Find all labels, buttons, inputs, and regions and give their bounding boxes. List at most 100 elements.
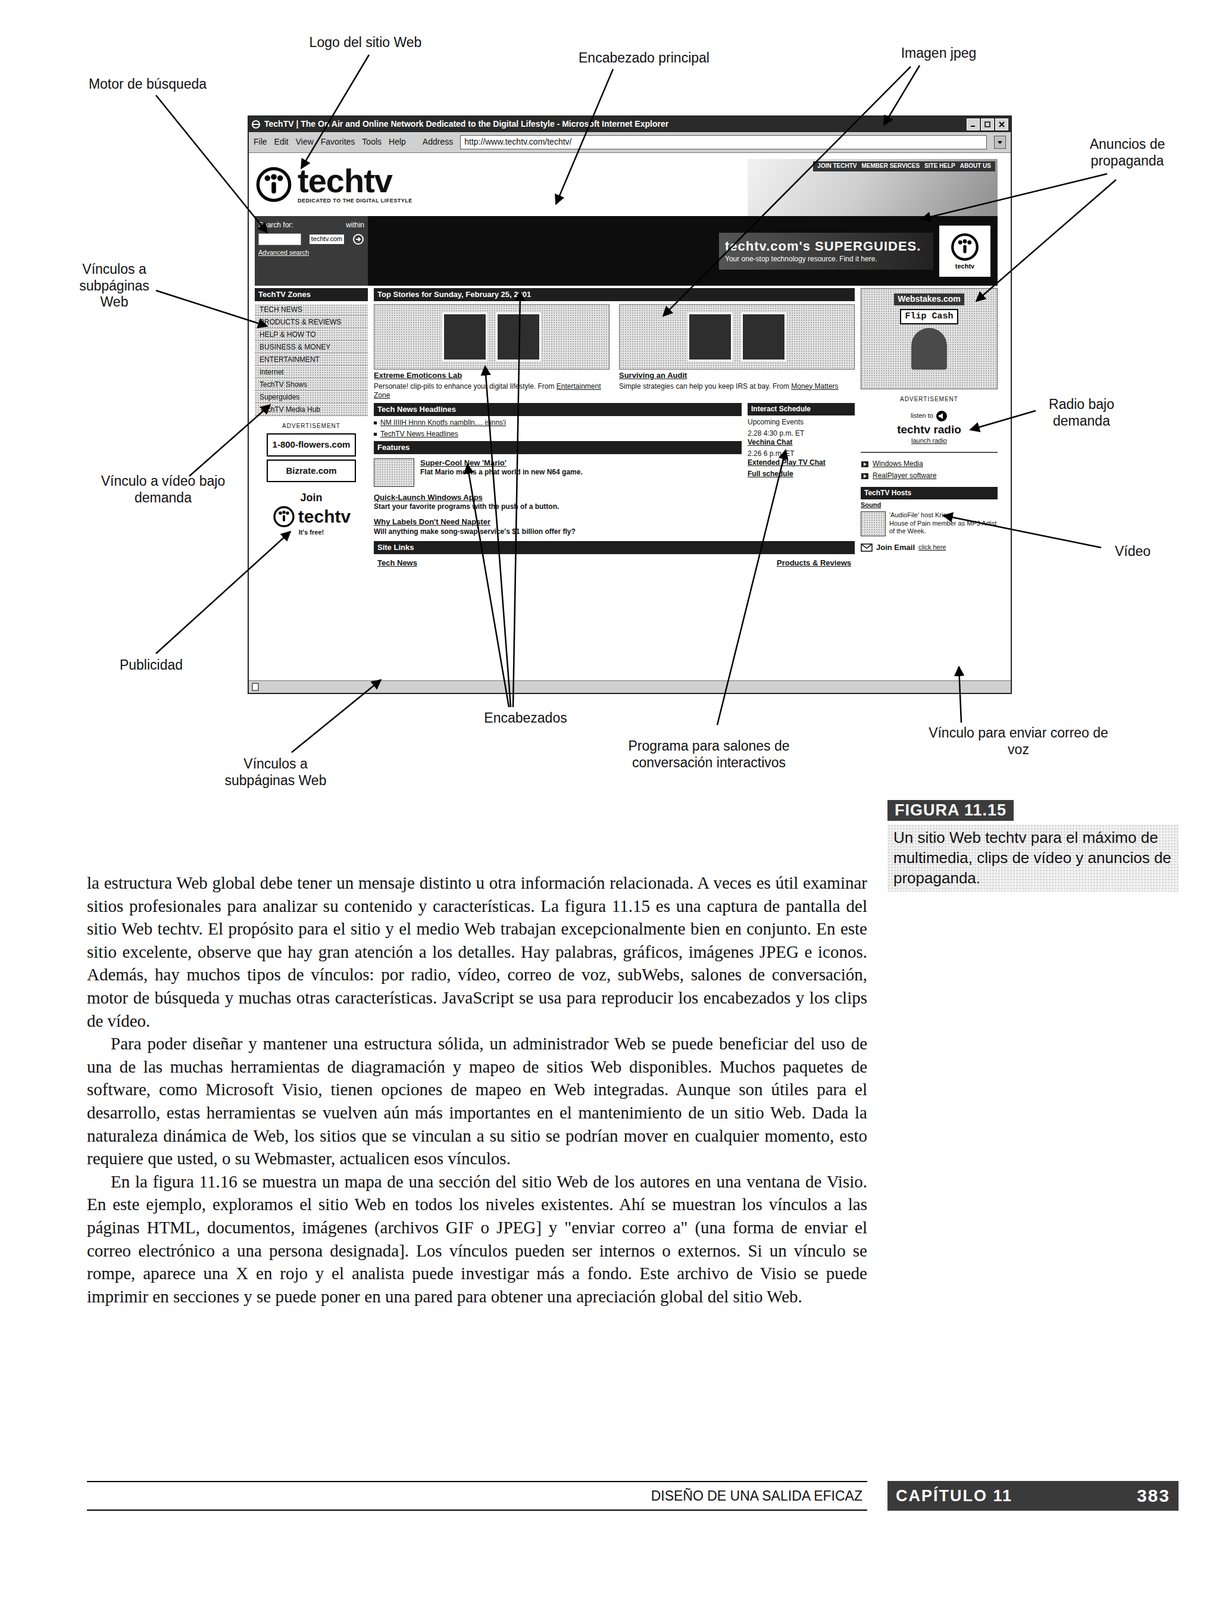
host-text: 'AudioFile' host KrisHouse of Pain membe… — [889, 511, 998, 537]
feature-body: Why Labels Don't Need NapsterWill anythi… — [373, 517, 576, 536]
story-headline[interactable]: Surviving an Audit — [619, 370, 855, 381]
top-link[interactable]: SITE HELP — [922, 162, 958, 171]
right-advertisement[interactable]: Webstakes.comFlip Cash — [860, 288, 998, 390]
voice-mail-link[interactable]: Join Emailclick here — [860, 542, 998, 553]
feature-headline[interactable]: Super-Cool New 'Mario' — [420, 458, 583, 468]
zone-link[interactable]: TechTV Shows — [254, 379, 368, 392]
video-link[interactable]: RealPlayer software — [860, 471, 998, 481]
status-bar — [248, 680, 1011, 693]
callout-label: Motor de búsqueda — [58, 76, 237, 93]
ad-banner[interactable]: Bizrate.com — [266, 459, 356, 483]
menu-item[interactable]: Tools — [361, 136, 382, 148]
go-arrow-icon[interactable] — [352, 233, 365, 246]
logo-tagline: DEDICATED TO THE DIGITAL LIFESTYLE — [297, 197, 413, 205]
callout-label: Publicidad — [91, 657, 211, 674]
callout-label: Imagen jpeg — [867, 45, 1011, 62]
ad-figure — [911, 327, 947, 370]
browser-window: TechTV | The On Air and Online Network D… — [247, 115, 1012, 695]
superguides-banner[interactable]: techtv.com's SUPERGUIDES.Your one-stop t… — [719, 232, 934, 270]
host-item: 'AudioFile' host KrisHouse of Pain membe… — [860, 511, 998, 537]
minimize-button[interactable] — [966, 118, 980, 131]
host-photo — [860, 511, 886, 537]
top-link[interactable]: ABOUT US — [958, 162, 993, 171]
event-time: 2.28 4:30 p.m. ET — [747, 429, 855, 439]
hosts-header: TechTV Hosts — [860, 486, 998, 500]
zone-link[interactable]: TechTV Media Hub — [254, 404, 368, 417]
figure-number: FIGURA 11.15 — [887, 799, 1014, 821]
zone-link[interactable]: Superguides — [254, 391, 368, 404]
story-source-link[interactable]: Entertainment Zone — [373, 382, 602, 400]
figure-canvas: Logo del sitio WebEncabezado principalIm… — [0, 0, 1219, 798]
close-button[interactable] — [995, 118, 1009, 131]
feature-thumbnail[interactable] — [373, 458, 415, 487]
story-source-link[interactable]: Money Matters — [791, 382, 839, 391]
headline-item[interactable]: TechTV News Headlines — [373, 429, 742, 439]
top-links: JOIN TECHTVMEMBER SERVICESSITE HELPABOUT… — [813, 161, 996, 172]
search-label: Search for: — [258, 220, 294, 230]
ad-button[interactable]: Flip Cash — [899, 308, 958, 325]
zone-link[interactable]: PRODUCTS & REVIEWS — [254, 316, 368, 329]
launch-radio-link[interactable]: launch radio — [911, 436, 947, 446]
zone-link[interactable]: ENTERTAINMENT — [254, 354, 368, 367]
top-link[interactable]: JOIN TECHTV — [815, 162, 859, 171]
callout-label: Vínculos a subpáginas Web — [66, 261, 162, 311]
join-promo[interactable]: JointechtvIt's free! — [254, 491, 368, 537]
banner-badge[interactable]: techtv — [939, 225, 991, 277]
callout-arrow — [555, 69, 614, 205]
callout-label: Encabezados — [460, 710, 592, 727]
search-scope-select[interactable]: techtv.com — [309, 234, 345, 245]
headline-item[interactable]: NM IIIIH Hnnn Knotfs namblln.... jsinns'… — [373, 418, 742, 428]
within-label: within — [345, 220, 365, 230]
zone-link[interactable]: Internet — [254, 366, 368, 379]
callout-arrow — [155, 290, 268, 327]
site-logo[interactable]: techtvDEDICATED TO THE DIGITAL LIFESTYLE — [254, 164, 413, 205]
maximize-button[interactable] — [980, 118, 995, 131]
story-jpeg-image[interactable] — [619, 304, 855, 370]
chapter-box: CAPÍTULO 11383 — [887, 1480, 1179, 1511]
badge-label: techtv — [955, 262, 975, 271]
email-link[interactable]: click here — [918, 543, 946, 552]
search-input[interactable] — [258, 233, 302, 246]
host-link[interactable]: Sound — [860, 501, 998, 510]
ad-banner[interactable]: 1-800-flowers.com — [266, 433, 356, 457]
video-link[interactable]: Windows Media — [860, 459, 998, 469]
address-field[interactable]: http://www.techtv.com/techtv/ — [460, 135, 987, 150]
event-chat-link[interactable]: Extended Play TV Chat — [747, 458, 855, 468]
subpage-link[interactable]: Products & Reviews — [776, 558, 852, 568]
menu-item[interactable]: View — [295, 136, 314, 148]
page-icon — [251, 682, 260, 692]
image-shape — [741, 312, 787, 362]
minimize-icon — [969, 120, 977, 128]
zone-link[interactable]: TECH NEWS — [254, 304, 368, 317]
menu-item[interactable]: Help — [388, 136, 406, 148]
full-schedule-link[interactable]: Full schedule — [747, 469, 855, 479]
address-dropdown[interactable] — [994, 135, 1006, 149]
bullet — [373, 432, 377, 436]
address-label: Address — [422, 136, 453, 148]
search-controls: techtv.com — [258, 233, 365, 246]
center-column: Top Stories for Sunday, February 25, 200… — [373, 288, 855, 681]
feature-headline[interactable]: Quick-Launch Windows Apps — [373, 492, 559, 503]
feature-headline[interactable]: Why Labels Don't Need Napster — [373, 517, 576, 527]
event-chat-link[interactable]: Vechina Chat — [747, 438, 855, 448]
story-jpeg-image[interactable] — [373, 304, 610, 370]
callout-label: Encabezado principal — [548, 49, 740, 67]
menu-item[interactable]: Favorites — [320, 136, 356, 148]
menu-item[interactable]: Edit — [274, 136, 289, 148]
radio-on-demand[interactable]: listen totechtv radiolaunch radio — [860, 410, 998, 446]
speaker-icon — [935, 410, 948, 423]
video-link-text: RealPlayer software — [872, 471, 937, 481]
callout-label: Programa para salones de conversación in… — [613, 738, 805, 771]
image-shape — [442, 312, 488, 362]
logo-wordmark: techtvDEDICATED TO THE DIGITAL LIFESTYLE — [297, 164, 413, 205]
subpage-link[interactable]: Tech News — [377, 558, 418, 568]
advanced-search-link[interactable]: Advanced search — [258, 248, 365, 258]
join-brand-name: techtv — [298, 505, 351, 528]
feature-text: Start your favorite programs with the pu… — [373, 502, 559, 512]
zone-link[interactable]: BUSINESS & MONEY — [254, 341, 368, 354]
menu-item[interactable]: File — [253, 136, 268, 148]
text-area: la estructura Web global debe tener un m… — [0, 797, 1219, 1308]
story-headline[interactable]: Extreme Emoticons Lab — [373, 370, 610, 381]
top-link[interactable]: MEMBER SERVICES — [859, 162, 922, 171]
zone-link[interactable]: HELP & HOW TO — [254, 329, 368, 342]
